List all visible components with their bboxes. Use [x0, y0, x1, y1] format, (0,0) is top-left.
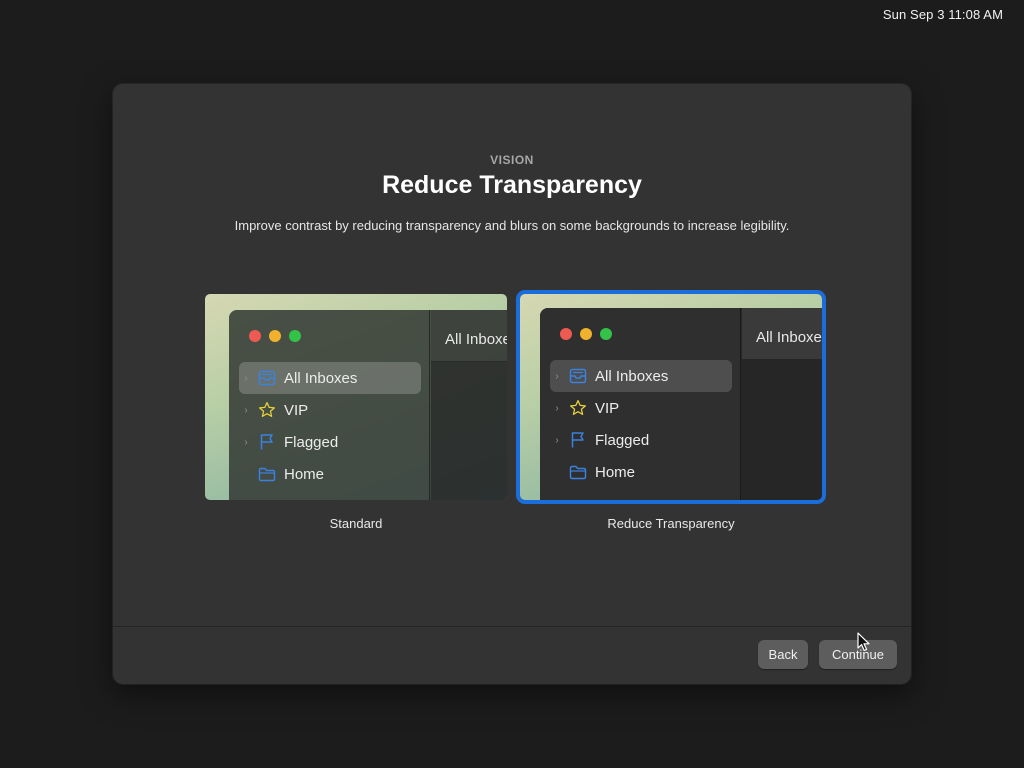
minimize-dot-icon: [269, 330, 281, 342]
mailbox-header: All Inboxes: [431, 310, 507, 362]
sidebar-item-label: All Inboxes: [595, 367, 669, 385]
option-label[interactable]: Reduce Transparency: [516, 516, 826, 531]
flag-icon: [256, 432, 278, 452]
sidebar-item-home: Home: [550, 456, 732, 488]
mail-sidebar: › All Inboxes › VIP › Flagged Home: [540, 308, 741, 500]
option-standard[interactable]: › All Inboxes › VIP › Flagged Home All I…: [201, 290, 511, 531]
sidebar-item-flagged: › Flagged: [239, 426, 421, 458]
star-icon: [567, 398, 589, 418]
option-reduce-transparency[interactable]: › All Inboxes › VIP › Flagged Home All I…: [516, 290, 826, 531]
mail-content-pane: All Inboxes: [742, 308, 822, 500]
option-label[interactable]: Standard: [201, 516, 511, 531]
sidebar-item-flagged: › Flagged: [550, 424, 732, 456]
sidebar-item-vip: › VIP: [239, 394, 421, 426]
star-icon: [256, 400, 278, 420]
sidebar-item-home: Home: [239, 458, 421, 490]
sidebar-item-label: VIP: [284, 401, 309, 419]
flag-icon: [567, 430, 589, 450]
inbox-stack-icon: [567, 366, 589, 386]
mail-sidebar: › All Inboxes › VIP › Flagged Home: [229, 310, 430, 500]
mailbox-header: All Inboxes: [742, 308, 822, 360]
preview-thumbnail: › All Inboxes › VIP › Flagged Home All I…: [520, 294, 822, 500]
sidebar-item-label: Flagged: [284, 433, 339, 451]
sidebar-item-all-inboxes: › All Inboxes: [550, 360, 732, 392]
chevron-right-icon: ›: [244, 436, 248, 448]
back-button[interactable]: Back: [758, 640, 808, 669]
window-controls: [249, 330, 301, 342]
chevron-right-icon: ›: [244, 372, 248, 384]
chevron-right-icon: ›: [555, 434, 559, 446]
section-eyebrow: VISION: [490, 153, 534, 167]
inbox-stack-icon: [256, 368, 278, 388]
sidebar-item-label: Home: [595, 463, 636, 481]
sidebar-item-label: Home: [284, 465, 325, 483]
option-standard-preview[interactable]: › All Inboxes › VIP › Flagged Home All I…: [201, 290, 511, 504]
window-controls: [560, 328, 612, 340]
zoom-dot-icon: [600, 328, 612, 340]
zoom-dot-icon: [289, 330, 301, 342]
footer-divider: [113, 626, 911, 627]
mail-content-pane: All Inboxes: [431, 310, 507, 500]
sidebar-item-label: All Inboxes: [284, 369, 358, 387]
mail-window-preview: › All Inboxes › VIP › Flagged Home All I…: [229, 310, 507, 500]
chevron-right-icon: ›: [555, 402, 559, 414]
folder-icon: [256, 464, 278, 484]
close-dot-icon: [249, 330, 261, 342]
menubar-clock[interactable]: Sun Sep 3 11:08 AM: [883, 7, 1003, 22]
mail-window-preview: › All Inboxes › VIP › Flagged Home All I…: [540, 308, 822, 500]
preview-thumbnail: › All Inboxes › VIP › Flagged Home All I…: [205, 294, 507, 500]
page-description: Improve contrast by reducing transparenc…: [234, 218, 790, 233]
message-list-area: [742, 360, 822, 500]
chevron-right-icon: ›: [555, 370, 559, 382]
message-list-area: [431, 362, 507, 500]
sidebar-item-vip: › VIP: [550, 392, 732, 424]
sidebar-item-label: VIP: [595, 399, 620, 417]
setup-assistant-window: VISION Reduce Transparency Improve contr…: [113, 84, 911, 684]
page-title: Reduce Transparency: [382, 171, 642, 199]
close-dot-icon: [560, 328, 572, 340]
option-reduce-transparency-preview[interactable]: › All Inboxes › VIP › Flagged Home All I…: [516, 290, 826, 504]
folder-icon: [567, 462, 589, 482]
mouse-pointer-icon: [857, 632, 871, 657]
sidebar-item-all-inboxes: › All Inboxes: [239, 362, 421, 394]
minimize-dot-icon: [580, 328, 592, 340]
chevron-right-icon: ›: [244, 404, 248, 416]
sidebar-item-label: Flagged: [595, 431, 650, 449]
